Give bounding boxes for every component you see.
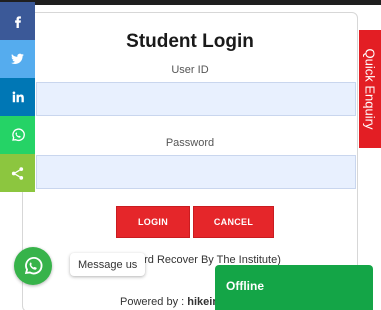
share-twitter-button[interactable] xyxy=(0,40,35,78)
facebook-icon xyxy=(14,16,21,28)
message-us-bubble[interactable]: Message us xyxy=(70,253,146,276)
offline-chat-widget[interactable]: Offline xyxy=(215,265,373,310)
quick-enquiry-label: Quick Enquiry xyxy=(362,48,378,130)
login-button[interactable]: LOGIN xyxy=(116,206,190,238)
top-bar xyxy=(0,0,381,5)
powered-by: Powered by : hikein xyxy=(120,296,219,308)
password-input[interactable] xyxy=(36,155,356,189)
page-title: Student Login xyxy=(126,31,254,52)
share-whatsapp-button[interactable] xyxy=(0,116,35,154)
whatsapp-icon xyxy=(11,128,25,142)
linkedin-icon xyxy=(12,91,24,103)
quick-enquiry-tab[interactable]: Quick Enquiry xyxy=(359,30,381,148)
powered-by-prefix: Powered by : xyxy=(120,296,188,308)
share-facebook-button[interactable] xyxy=(0,2,35,40)
userid-label: User ID xyxy=(171,64,209,76)
whatsapp-chat-button[interactable] xyxy=(14,247,52,285)
cancel-button[interactable]: CANCEL xyxy=(193,206,274,238)
share-more-button[interactable] xyxy=(0,154,35,192)
whatsapp-icon xyxy=(24,256,43,275)
password-label: Password xyxy=(165,137,215,149)
twitter-icon xyxy=(11,53,24,65)
share-icon xyxy=(11,166,24,180)
userid-input[interactable] xyxy=(36,82,356,116)
share-linkedin-button[interactable] xyxy=(0,78,35,116)
